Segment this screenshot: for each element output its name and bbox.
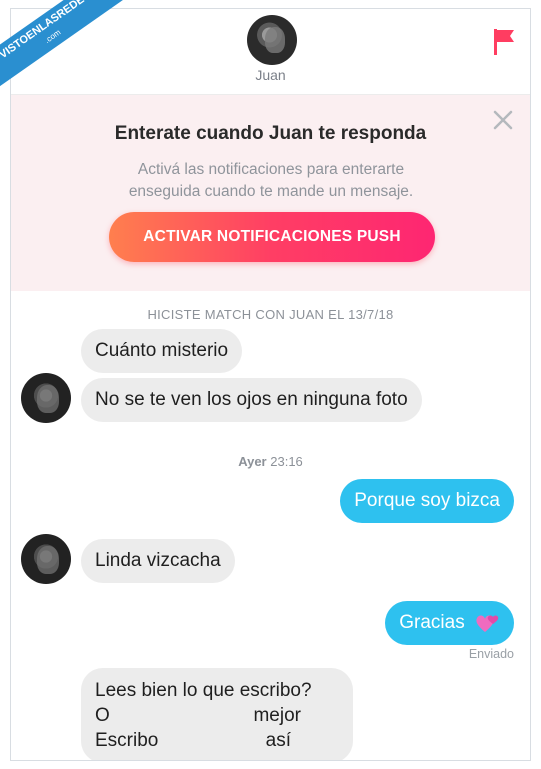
enable-push-button[interactable]: ACTIVAR NOTIFICACIONES PUSH <box>109 212 435 262</box>
notification-title: Enterate cuando Juan te responda <box>114 123 427 144</box>
message-text: Escribo <box>95 730 159 751</box>
message-bubble: No se te ven los ojos en ninguna foto <box>81 378 422 422</box>
contact-avatar[interactable] <box>247 15 297 65</box>
notification-body: Activá las notificaciones para enterarte… <box>128 161 414 200</box>
timestamp-day: Ayer <box>238 454 267 469</box>
message-text: así <box>265 730 291 751</box>
match-info: HICISTE MATCH CON JUAN EL 13/7/18 <box>147 307 394 322</box>
message-bubble: Gracias <box>385 601 514 646</box>
message-text: Lees bien lo que escribo? <box>95 680 312 701</box>
message-line: O mejor <box>95 703 339 728</box>
message-bubble: Linda vizcacha <box>81 539 235 583</box>
message-line: Escribo así <box>95 728 339 753</box>
sent-status: Enviado <box>468 647 514 661</box>
message-bubble: Cuánto misterio <box>81 329 243 373</box>
contact-name[interactable]: Juan <box>11 67 530 83</box>
message-timestamp: Ayer 23:16 <box>11 454 530 469</box>
message-bubble: Lees bien lo que escribo? O mejor Escrib… <box>81 668 353 760</box>
message-line: Lees bien lo que escribo? <box>95 678 339 703</box>
contact-avatar[interactable] <box>21 373 71 423</box>
report-flag-icon[interactable] <box>492 27 516 57</box>
timestamp-time: 23:16 <box>270 454 303 469</box>
chat-screen: Juan Enterate cuando Juan te responda Ac… <box>10 8 531 761</box>
message-text: O <box>95 705 110 726</box>
contact-avatar[interactable] <box>21 534 71 584</box>
message-text: mejor <box>253 705 301 726</box>
two-hearts-icon <box>476 615 499 632</box>
message-bubble: Porque soy bizca <box>340 479 514 523</box>
message-text: Gracias <box>399 612 465 634</box>
